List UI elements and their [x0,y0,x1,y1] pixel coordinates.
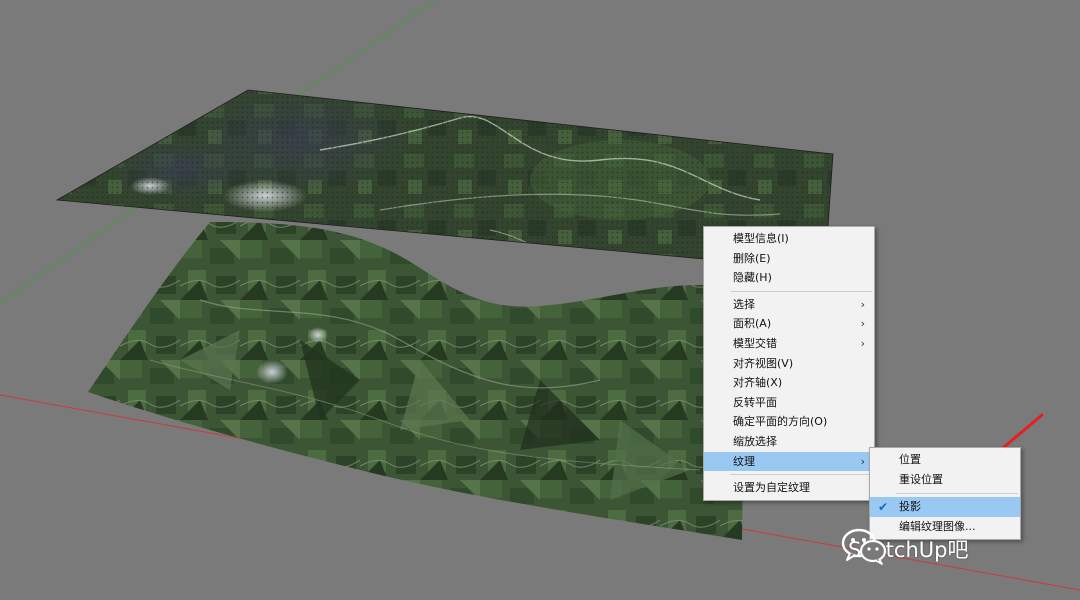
menu-item-label: 选择 [733,297,755,311]
menu-item-make-unique-texture[interactable]: 设置为自定纹理 [704,478,874,498]
menu-item-texture[interactable]: 纹理 › [704,451,874,472]
menu-item-label: 删除(E) [733,251,771,265]
menu-item-label: 确定平面的方向(O) [733,415,828,429]
chevron-right-icon: › [860,297,865,311]
menu-item-align-axes[interactable]: 对齐轴(X) [704,373,874,393]
submenu-item-reset-position[interactable]: 重设位置 [870,470,1020,490]
menu-item-intersect-faces[interactable]: 模型交错 › [704,334,874,354]
menu-item-label: 模型信息(I) [733,232,789,245]
chevron-right-icon: › [860,454,865,468]
menu-item-area[interactable]: 面积(A) › [704,314,874,334]
menu-item-label: 隐藏(H) [733,271,772,285]
menu-item-reverse-faces[interactable]: 反转平面 [704,393,874,413]
menu-separator [730,290,872,292]
context-menu: 模型信息(I) 删除(E) 隐藏(H) 选择 › 面积(A) › 模型交错 › 对齐视… [703,226,875,501]
menu-item-label: 重设位置 [899,473,943,486]
menu-item-hide[interactable]: 隐藏(H) [704,268,874,288]
wechat-icon [841,528,887,565]
3d-viewport[interactable]: 模型信息(I) 删除(E) 隐藏(H) 选择 › 面积(A) › 模型交错 › 对齐视… [0,0,1080,600]
menu-item-align-view[interactable]: 对齐视图(V) [704,354,874,374]
menu-item-zoom-selection[interactable]: 缩放选择 [704,432,874,452]
menu-item-select[interactable]: 选择 › [704,295,874,315]
checkmark-icon: ✔ [878,500,889,514]
menu-item-label: 对齐轴(X) [733,376,783,390]
menu-separator [896,493,1018,494]
menu-item-label: 面积(A) [733,317,772,331]
menu-item-label: 位置 [899,453,921,466]
chevron-right-icon: › [860,317,865,331]
chevron-right-icon: › [860,336,865,350]
menu-item-orient-faces[interactable]: 确定平面的方向(O) [704,412,874,432]
menu-item-label: 反转平面 [733,395,777,409]
menu-item-erase[interactable]: 删除(E) [704,249,874,269]
submenu-item-projected[interactable]: ✔ 投影 [870,497,1020,517]
watermark: SketchUp吧 [840,526,968,572]
menu-item-label: 纹理 [733,454,755,468]
menu-item-label: 缩放选择 [733,434,777,448]
menu-item-label: 对齐视图(V) [733,356,794,370]
terrain-surface[interactable] [88,222,745,540]
menu-item-label: 模型交错 [733,336,777,350]
menu-separator [730,474,872,476]
submenu-item-position[interactable]: 位置 [870,450,1020,470]
menu-item-label: 设置为自定纹理 [733,481,810,495]
menu-item-label: 投影 [899,500,921,513]
menu-item-entity-info[interactable]: 模型信息(I) [704,229,874,249]
